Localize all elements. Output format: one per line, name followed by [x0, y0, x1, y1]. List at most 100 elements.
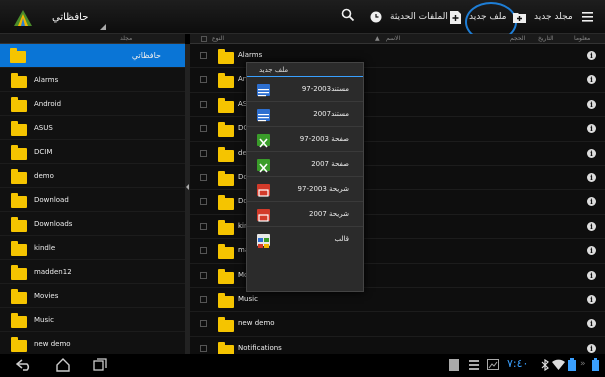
row-checkbox[interactable]	[200, 100, 207, 108]
tree-item[interactable]: ASUS	[0, 116, 185, 140]
folder-icon	[218, 268, 234, 284]
tree-item[interactable]: new demo	[0, 332, 185, 354]
row-checkbox[interactable]	[200, 149, 207, 157]
info-icon[interactable]: i	[587, 343, 596, 353]
row-checkbox[interactable]	[200, 174, 207, 181]
info-icon[interactable]: i	[587, 319, 596, 329]
recent-apps-icon[interactable]	[93, 358, 107, 371]
new-file-icon	[450, 10, 461, 24]
system-bar: ٧:٤٠ »	[0, 354, 605, 377]
type-column-header[interactable]: النوع	[212, 35, 224, 42]
tree-item[interactable]: Download	[0, 188, 185, 212]
dropdown-triangle-icon	[100, 24, 106, 30]
right-column-header: النوع ▲ الاسم الحجم التاريخ معلوما	[190, 34, 605, 44]
folder-column-header[interactable]: مجلد	[120, 35, 132, 42]
menu-item-ppt-2003[interactable]: شريحة 2003-97	[247, 178, 363, 202]
tree-item-label: Android	[34, 99, 62, 108]
tree-item[interactable]: kindle	[0, 236, 185, 260]
clock: ٧:٤٠	[507, 357, 529, 370]
info-column-header[interactable]: معلوما	[574, 35, 590, 42]
tree-item-label: Movies	[34, 291, 59, 300]
file-row[interactable]: new demo i	[190, 312, 605, 337]
row-checkbox[interactable]	[200, 296, 207, 303]
ppt-icon	[257, 184, 270, 197]
back-icon[interactable]	[16, 359, 32, 371]
menu-item-word-2007[interactable]: مستند2007	[247, 103, 363, 127]
row-checkbox[interactable]	[200, 222, 207, 230]
app-logo-icon[interactable]	[10, 4, 36, 30]
folder-icon	[218, 244, 234, 260]
info-icon[interactable]: i	[587, 295, 596, 304]
recent-files-icon	[370, 11, 382, 23]
info-icon[interactable]: i	[587, 99, 596, 109]
tree-root[interactable]: حافظاتي	[0, 44, 185, 68]
menu-item-label: قالب	[334, 235, 350, 243]
menu-item-ppt-2007[interactable]: شريحة 2007	[247, 203, 363, 227]
menu-item-word-2003[interactable]: مستند2003-97	[247, 78, 363, 102]
info-icon[interactable]: i	[587, 270, 596, 280]
info-icon[interactable]: i	[587, 124, 596, 134]
folder-icon	[218, 73, 234, 89]
left-column-header: مجلد	[0, 34, 185, 44]
info-icon[interactable]: i	[587, 148, 596, 158]
select-all-checkbox[interactable]	[201, 36, 207, 42]
info-icon[interactable]: i	[587, 75, 596, 85]
tree-item-label: Downloads	[34, 219, 73, 228]
name-column-header[interactable]: الاسم	[386, 35, 400, 42]
folder-icon	[11, 145, 27, 160]
info-icon[interactable]: i	[587, 221, 596, 231]
row-checkbox[interactable]	[200, 247, 207, 255]
folder-icon	[11, 289, 27, 304]
info-icon[interactable]: i	[587, 173, 596, 182]
menu-item-label: مستند2003-97	[301, 85, 349, 93]
file-name: Notifications	[238, 343, 282, 352]
tree-item-label: new demo	[34, 339, 71, 348]
tree-item[interactable]: madden12	[0, 260, 185, 284]
folder-icon	[218, 341, 234, 354]
row-checkbox[interactable]	[200, 198, 207, 206]
menu-icon[interactable]	[582, 11, 594, 23]
file-name: Alarms	[238, 51, 263, 59]
search-icon[interactable]	[341, 8, 355, 22]
recent-files-button[interactable]: الملفات الحديثة	[370, 0, 448, 34]
word-docx-icon	[257, 109, 270, 122]
new-file-menu: ملف جديد مستند2003-97 مستند2007 صفحة 200…	[246, 62, 364, 292]
tree-item[interactable]: Music	[0, 308, 185, 332]
row-checkbox[interactable]	[200, 320, 207, 328]
folder-icon	[11, 121, 27, 136]
tree-item-label: DCIM	[34, 147, 53, 156]
tree-item[interactable]: Movies	[0, 284, 185, 308]
home-icon[interactable]	[55, 358, 71, 372]
menu-item-label: صفحة 2003-97	[299, 135, 349, 143]
menu-item-template[interactable]: قالب	[247, 228, 363, 252]
tree-item[interactable]: Downloads	[0, 212, 185, 236]
menu-item-excel-2007[interactable]: صفحة 2007	[247, 153, 363, 177]
size-column-header[interactable]: الحجم	[510, 35, 525, 42]
tree-item-label: ASUS	[34, 123, 53, 132]
row-checkbox[interactable]	[200, 52, 207, 59]
row-checkbox[interactable]	[200, 344, 207, 352]
app-title[interactable]: حافظاتي	[52, 0, 88, 34]
folder-icon	[11, 169, 27, 184]
tree-item[interactable]: demo	[0, 164, 185, 188]
info-icon[interactable]: i	[587, 197, 596, 207]
menu-item-excel-2003[interactable]: صفحة 2003-97	[247, 128, 363, 152]
row-checkbox[interactable]	[200, 125, 207, 133]
tree-item-label: demo	[34, 171, 54, 180]
folder-icon	[218, 122, 234, 138]
info-icon[interactable]: i	[587, 246, 596, 256]
new-folder-button[interactable]: مجلد جديد	[513, 0, 573, 34]
new-folder-label: مجلد جديد	[534, 12, 573, 22]
row-checkbox[interactable]	[200, 271, 207, 279]
tree-item[interactable]: Android	[0, 92, 185, 116]
tree-item[interactable]: DCIM	[0, 140, 185, 164]
row-checkbox[interactable]	[200, 76, 207, 84]
tree-item[interactable]: Alarms	[0, 68, 185, 92]
collapse-arrow-icon[interactable]	[186, 184, 189, 190]
info-icon[interactable]: i	[587, 51, 596, 60]
folder-icon	[11, 73, 27, 88]
date-column-header[interactable]: التاريخ	[538, 35, 554, 42]
file-row[interactable]: Notifications i	[190, 337, 605, 354]
folder-icon	[218, 97, 234, 113]
template-icon	[257, 234, 270, 248]
